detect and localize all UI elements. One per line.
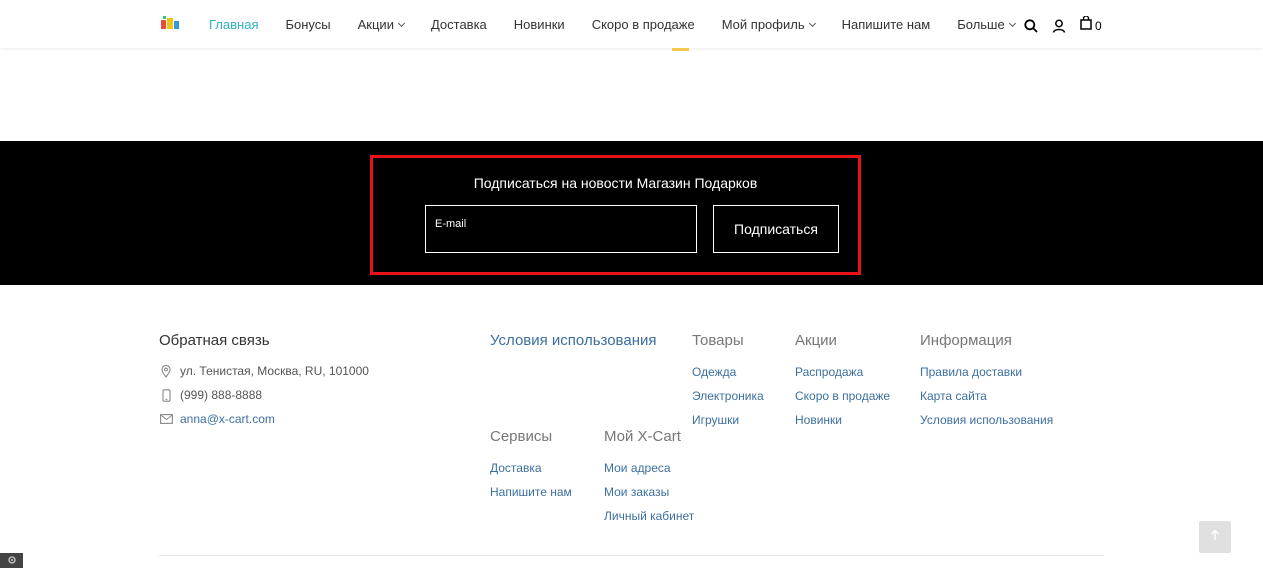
contact-address: ул. Тенистая, Москва, RU, 101000 — [159, 364, 369, 378]
footer-link-my-orders[interactable]: Мои заказы — [604, 485, 669, 499]
footer-link-account[interactable]: Личный кабинет — [604, 509, 694, 523]
main-nav: Главная Бонусы Акции Доставка Новинки Ск… — [209, 17, 1042, 32]
nav-item-sales[interactable]: Акции — [357, 17, 405, 32]
nav-item-delivery[interactable]: Доставка — [431, 17, 487, 32]
nav-label: Больше — [957, 17, 1005, 32]
newsletter-section: Подписаться на новости Магазин Подарков … — [0, 141, 1263, 285]
chevron-down-icon — [1008, 19, 1016, 27]
nav-label: Бонусы — [285, 17, 331, 32]
phone-text: (999) 888-8888 — [180, 388, 263, 402]
footer-link-electronics[interactable]: Электроника — [692, 389, 764, 403]
nav-label: Главная — [209, 17, 259, 32]
chevron-down-icon — [808, 19, 816, 27]
footer-link-sale[interactable]: Распродажа — [795, 365, 863, 379]
nav-item-coming-soon[interactable]: Скоро в продаже — [592, 17, 695, 32]
footer-link-contact-us[interactable]: Напишите нам — [490, 485, 572, 499]
site-header: Главная Бонусы Акции Доставка Новинки Ск… — [0, 0, 1263, 48]
footer-link-shipping-rules[interactable]: Правила доставки — [920, 365, 1022, 379]
contact-phone: (999) 888-8888 — [159, 388, 262, 402]
newsletter-title: Подписаться на новости Магазин Подарков — [473, 175, 758, 191]
chevron-down-icon — [397, 19, 405, 27]
nav-item-my-profile[interactable]: Мой профиль — [721, 17, 816, 32]
subscribe-button[interactable]: Подписаться — [713, 205, 839, 253]
map-pin-icon — [159, 364, 173, 378]
terms-link[interactable]: Условия использования — [490, 332, 657, 349]
nav-item-bonuses[interactable]: Бонусы — [285, 17, 330, 32]
nav-label: Доставка — [430, 17, 487, 32]
nav-item-more[interactable]: Больше — [957, 17, 1016, 32]
footer-link-clothing[interactable]: Одежда — [692, 365, 736, 379]
nav-item-home[interactable]: Главная — [209, 17, 258, 32]
email-field[interactable] — [425, 205, 697, 253]
nav-label: Новинки — [513, 17, 565, 32]
search-icon[interactable] — [1024, 18, 1038, 33]
my-xcart-title: Мой X-Cart — [604, 428, 681, 445]
footer-link-my-addresses[interactable]: Мои адреса — [604, 461, 671, 475]
footer-link-terms[interactable]: Условия использования — [920, 413, 1053, 427]
nav-label: Акции — [357, 17, 394, 32]
store-logo[interactable] — [160, 15, 180, 31]
cart-count: 0 — [1095, 18, 1102, 33]
site-footer: Обратная связь ул. Тенистая, Москва, RU,… — [0, 285, 1263, 568]
scroll-to-top-button[interactable] — [1199, 521, 1231, 553]
cart-button[interactable]: 0 — [1080, 15, 1102, 35]
contact-title: Обратная связь — [159, 332, 270, 349]
nav-label: Скоро в продаже — [591, 17, 695, 32]
settings-button[interactable] — [0, 553, 23, 568]
nav-label: Мой профиль — [721, 17, 805, 32]
newsletter-form-highlight: Подписаться на новости Магазин Подарков … — [370, 155, 861, 275]
products-title: Товары — [692, 332, 744, 349]
phone-icon — [159, 388, 173, 402]
info-title: Информация — [920, 332, 1012, 349]
user-icon[interactable] — [1052, 19, 1066, 33]
address-text: ул. Тенистая, Москва, RU, 101000 — [180, 364, 369, 378]
footer-link-toys[interactable]: Игрушки — [692, 413, 739, 427]
active-indicator — [672, 48, 689, 51]
gear-icon — [7, 552, 17, 568]
contact-email: anna@x-cart.com — [159, 412, 275, 426]
header-actions: 0 — [1024, 15, 1116, 35]
email-link[interactable]: anna@x-cart.com — [180, 412, 275, 426]
nav-label: Напишите нам — [841, 17, 931, 32]
footer-link-delivery[interactable]: Доставка — [490, 461, 542, 475]
footer-link-sitemap[interactable]: Карта сайта — [920, 389, 987, 403]
footer-divider — [159, 555, 1104, 556]
footer-link-new-arrivals[interactable]: Новинки — [795, 413, 842, 427]
envelope-icon — [159, 414, 173, 424]
nav-item-contact-us[interactable]: Напишите нам — [842, 17, 931, 32]
services-title: Сервисы — [490, 428, 553, 445]
nav-item-new-arrivals[interactable]: Новинки — [514, 17, 565, 32]
footer-link-coming-soon[interactable]: Скоро в продаже — [795, 389, 890, 403]
sales-title: Акции — [795, 332, 837, 349]
cart-icon — [1080, 15, 1092, 35]
arrow-up-icon — [1210, 528, 1220, 546]
